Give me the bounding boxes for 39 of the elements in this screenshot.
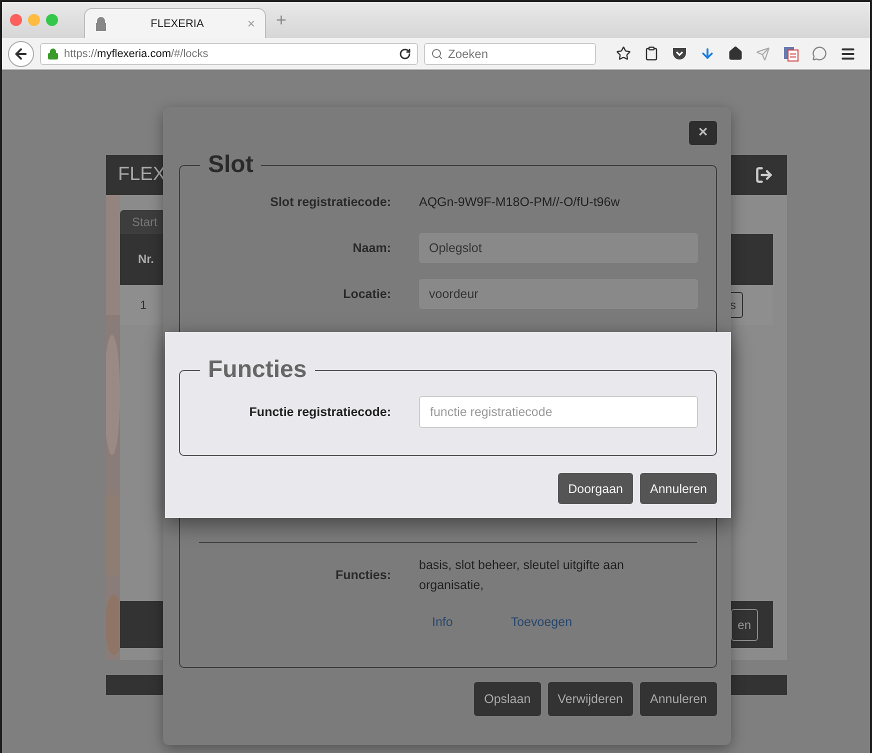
menu-icon[interactable]	[840, 46, 856, 62]
dialog-button[interactable]: Annuleren	[640, 682, 717, 716]
field-label: Locatie:	[342, 287, 391, 301]
field-value: AQGn-9W9F-M18O-PM//-O/fU-t96w	[419, 195, 621, 209]
clipboard-icon[interactable]	[644, 46, 659, 61]
section-title: Functies	[207, 358, 308, 382]
field-label: Naam:	[352, 241, 391, 255]
input-field[interactable]: voordeur	[419, 279, 698, 309]
table-cell: 1	[140, 298, 147, 312]
brand-name: FLEX	[118, 164, 166, 186]
star-icon[interactable]	[616, 46, 631, 61]
logout-icon[interactable]	[755, 166, 773, 184]
back-button[interactable]	[8, 40, 34, 66]
field-label: Functie registratiecode:	[248, 405, 391, 419]
lock-icon	[47, 48, 59, 60]
search-field[interactable]: Zoeken	[424, 42, 596, 64]
field-value: basis, slot beheer, sleutel uitgifte aan organisatie,	[419, 557, 625, 594]
field-label: Functies:	[334, 568, 391, 582]
lock-favicon-icon	[95, 16, 107, 30]
home-icon[interactable]	[728, 46, 743, 61]
section-title: Slot	[207, 153, 254, 177]
field-label: Slot registratiecode:	[269, 195, 391, 209]
search-icon	[431, 48, 443, 60]
document-icon[interactable]	[783, 46, 799, 62]
download-icon[interactable]	[700, 46, 715, 61]
close-tab-button[interactable]: ×	[247, 16, 255, 31]
dialog-button[interactable]: Verwijderen	[548, 682, 633, 716]
chat-icon[interactable]	[812, 46, 827, 61]
new-tab-button[interactable]: +	[276, 10, 287, 30]
shield-icon[interactable]	[672, 46, 687, 60]
dialog-button[interactable]: Annuleren	[640, 473, 717, 504]
close-button[interactable]: ×	[689, 121, 717, 145]
reload-icon[interactable]	[399, 48, 411, 60]
browser-tab[interactable]: FLEXERIA ×	[84, 8, 266, 38]
address-bar[interactable]: https://myflexeria.com/#/locks	[40, 42, 418, 64]
dialog-button[interactable]: Opslaan	[474, 682, 541, 716]
dialog-button[interactable]: Doorgaan	[558, 473, 633, 504]
input-field[interactable]: Oplegslot	[419, 233, 698, 263]
input-field[interactable]: functie registratiecode	[419, 396, 698, 428]
